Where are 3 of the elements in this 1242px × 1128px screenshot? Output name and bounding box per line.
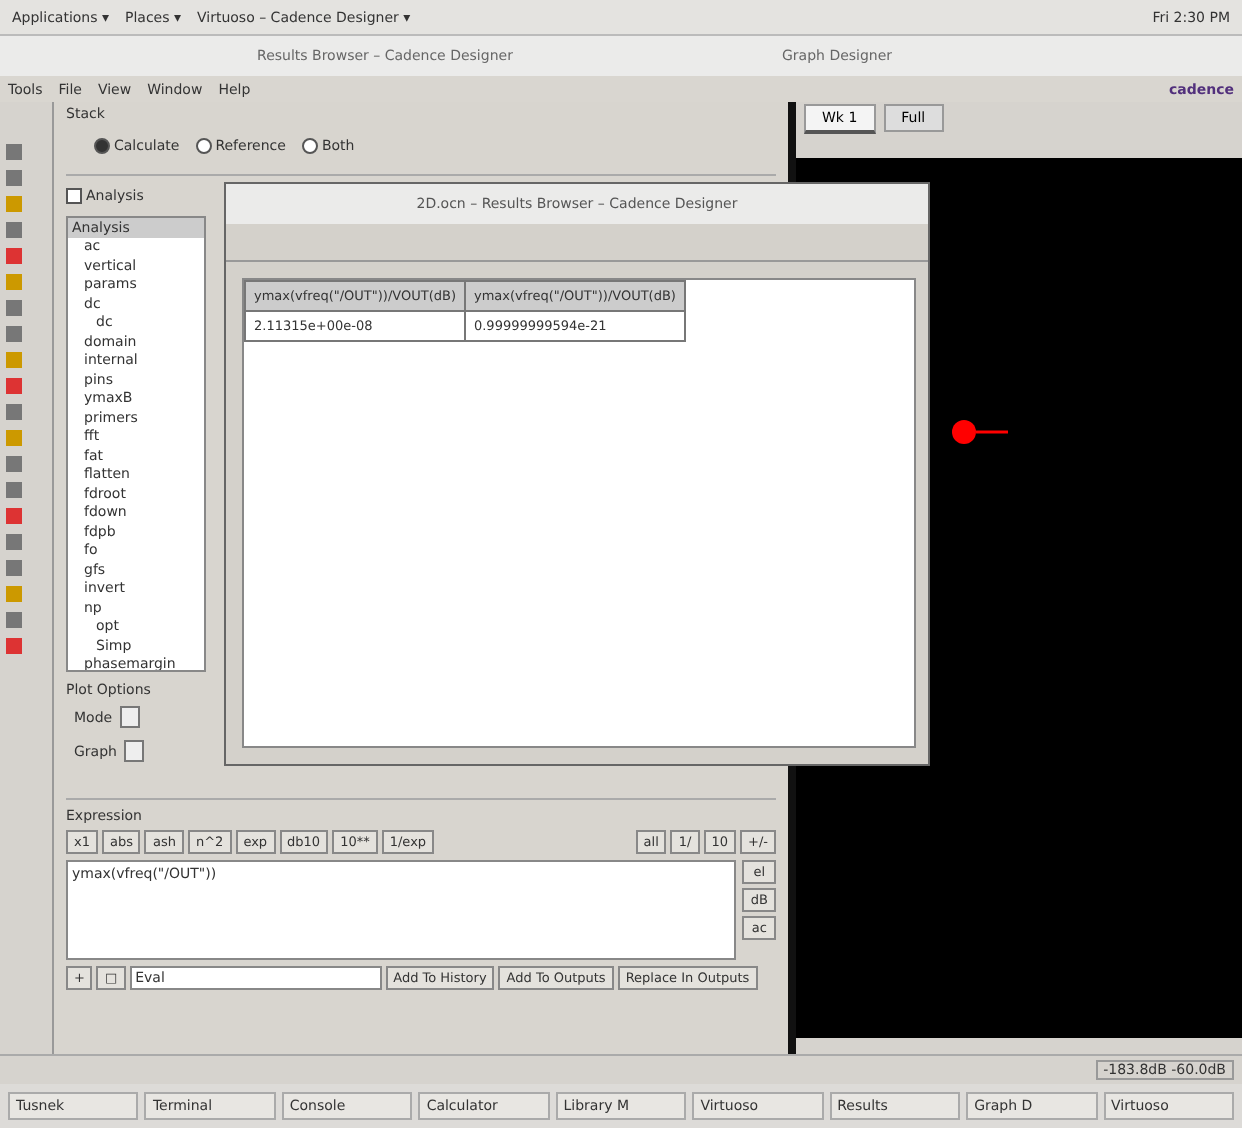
dropdown[interactable]	[124, 740, 145, 762]
marker-icon	[952, 418, 1012, 446]
dropdown[interactable]	[120, 706, 141, 728]
